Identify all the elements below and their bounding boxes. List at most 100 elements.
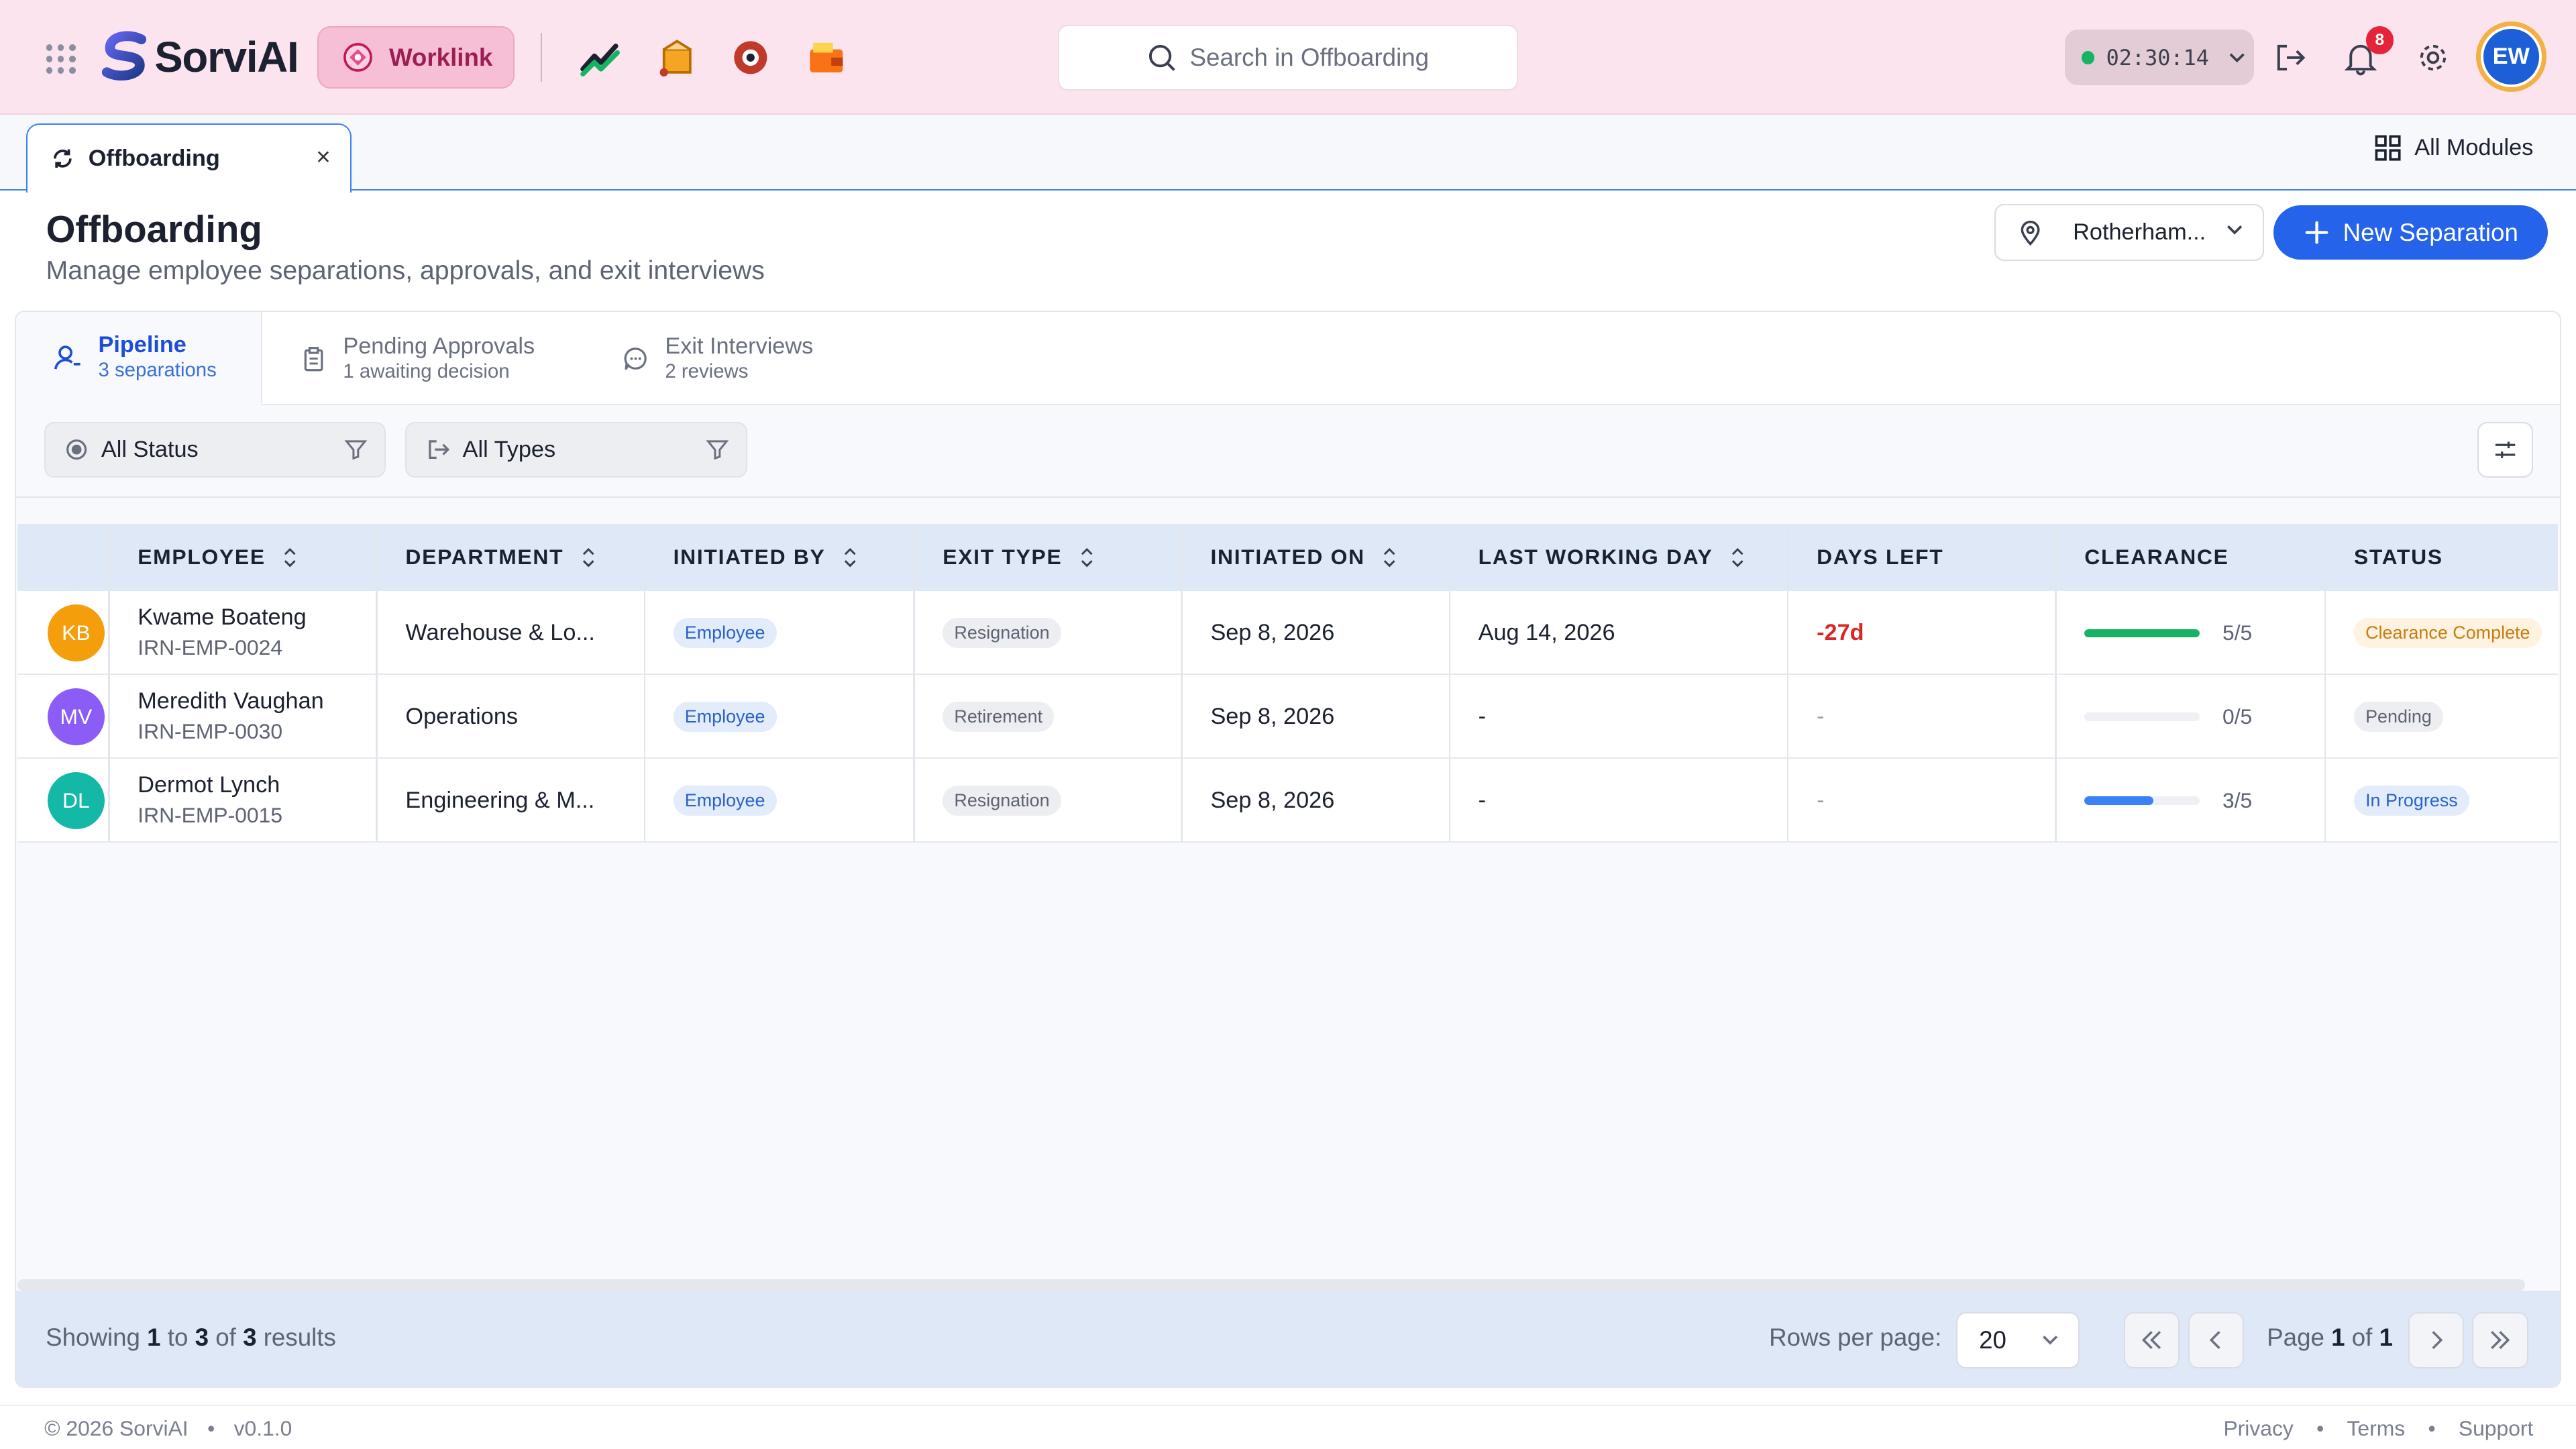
user-initials: EW <box>2480 26 2542 87</box>
analytics-app-icon[interactable] <box>580 36 623 79</box>
avatar: KB <box>47 604 105 662</box>
table-row[interactable]: MV Meredith Vaughan IRN-EMP-0030 Operati… <box>17 675 2558 759</box>
divider <box>540 32 543 83</box>
sort-icon <box>844 547 856 568</box>
close-tab-button[interactable]: × <box>316 143 330 171</box>
col-initiated-by-label: INITIATED BY <box>673 545 826 570</box>
department-cell: Engineering & M... <box>405 787 595 813</box>
terms-link[interactable]: Terms <box>2347 1416 2406 1441</box>
clearance-progress-bar <box>2084 629 2200 637</box>
col-employee[interactable]: EMPLOYEE <box>138 524 299 591</box>
tab-exit-label: Exit Interviews <box>665 333 814 359</box>
wallet-app-icon[interactable] <box>805 36 848 79</box>
col-employee-label: EMPLOYEE <box>138 545 266 570</box>
col-last-working-day[interactable]: LAST WORKING DAY <box>1479 524 1746 591</box>
radio-icon <box>66 439 87 460</box>
rows-per-page-select[interactable]: 20 <box>1956 1312 2080 1368</box>
employee-name[interactable]: Meredith Vaughan <box>138 688 324 714</box>
tab-offboarding[interactable]: Offboarding × <box>26 123 352 193</box>
chevrons-right-icon <box>2491 1331 2510 1350</box>
col-initiated-by[interactable]: INITIATED BY <box>674 524 859 591</box>
col-department[interactable]: DEPARTMENT <box>405 524 596 591</box>
previous-page-button[interactable] <box>2188 1312 2244 1368</box>
tab-pending-approvals[interactable]: Pending Approvals 1 awaiting decision <box>301 312 535 406</box>
sliders-icon <box>2495 441 2515 458</box>
summary-from: 1 <box>147 1324 161 1352</box>
col-clearance: CLEARANCE <box>2084 524 2229 591</box>
chevron-left-icon <box>2209 1331 2220 1350</box>
session-timer[interactable]: 02:30:14 <box>2065 30 2255 86</box>
worklink-button[interactable]: Worklink <box>317 26 515 89</box>
employee-id: IRN-EMP-0015 <box>138 803 283 828</box>
exit-type-cell: Resignation <box>943 591 1061 675</box>
initiated-on-cell: Sep 8, 2026 <box>1210 787 1335 813</box>
filter-icon <box>706 439 729 460</box>
last-working-day-cell: - <box>1478 704 1487 730</box>
inventory-app-icon[interactable] <box>654 36 697 79</box>
last-working-day-cell: Aug 14, 2026 <box>1478 620 1615 646</box>
table-row[interactable]: DL Dermot Lynch IRN-EMP-0015 Engineering… <box>17 758 2558 843</box>
column-divider <box>2324 523 2326 843</box>
clearance-cell: 5/5 <box>2084 591 2252 675</box>
type-filter-value: All Types <box>462 437 556 463</box>
tab-label: Offboarding <box>88 145 220 171</box>
next-page-button[interactable] <box>2408 1312 2465 1368</box>
pagination-bar: Showing 1 to 3 of 3 results Rows per pag… <box>16 1291 2560 1387</box>
footer-left: © 2026 SorviAI • v0.1.0 <box>44 1415 292 1440</box>
table-header: EMPLOYEE DEPARTMENT INITIATED BY EXIT TY… <box>17 523 2558 592</box>
tab-pending-sub: 1 awaiting decision <box>343 360 510 382</box>
summary-prefix: Showing <box>46 1324 140 1352</box>
version: v0.1.0 <box>233 1415 292 1440</box>
location-select[interactable]: Rotherham... <box>1994 203 2264 262</box>
days-left-cell: - <box>1817 704 1825 730</box>
exit-type-badge: Resignation <box>943 785 1061 816</box>
avatar-initials: KB <box>62 621 91 645</box>
app-launcher-icon[interactable] <box>46 44 76 74</box>
gear-icon[interactable] <box>2415 40 2451 76</box>
summary-to-word: to <box>167 1324 189 1352</box>
last-page-button[interactable] <box>2472 1312 2528 1368</box>
tab-pipeline[interactable]: Pipeline 3 separations <box>16 311 263 406</box>
type-filter[interactable]: All Types <box>405 421 747 478</box>
status-filter[interactable]: All Status <box>44 421 386 478</box>
col-exit-type[interactable]: EXIT TYPE <box>943 524 1095 591</box>
horizontal-scrollbar[interactable] <box>17 1279 2525 1291</box>
column-settings-button[interactable] <box>2477 421 2533 478</box>
total-pages: 1 <box>2379 1324 2393 1352</box>
logout-icon[interactable] <box>2272 40 2308 76</box>
chevron-down-icon <box>2226 225 2243 235</box>
privacy-link[interactable]: Privacy <box>2223 1416 2293 1441</box>
days-left-cell: - <box>1817 787 1825 813</box>
table-row[interactable]: KB Kwame Boateng IRN-EMP-0024 Warehouse … <box>17 591 2558 676</box>
search-icon <box>1148 44 1175 70</box>
employee-name[interactable]: Dermot Lynch <box>138 772 280 798</box>
department-cell: Operations <box>405 704 519 730</box>
col-initiated-on[interactable]: INITIATED ON <box>1210 524 1397 591</box>
main-panel: Pipeline 3 separations Pending Approvals… <box>15 310 2561 1389</box>
exit-icon <box>429 440 449 460</box>
exit-type-badge: Resignation <box>943 617 1061 649</box>
plus-icon <box>2305 221 2328 244</box>
search-input[interactable]: Search in Offboarding <box>1058 24 1518 91</box>
first-page-button[interactable] <box>2124 1312 2180 1368</box>
employee-name[interactable]: Kwame Boateng <box>138 604 306 631</box>
tab-exit-interviews[interactable]: Exit Interviews 2 reviews <box>623 312 814 406</box>
clearance-count: 3/5 <box>2222 788 2253 812</box>
tab-pipeline-label: Pipeline <box>98 331 186 358</box>
user-avatar[interactable]: EW <box>2475 21 2546 93</box>
col-status: STATUS <box>2354 524 2443 591</box>
initiated-by-badge: Employee <box>673 701 777 733</box>
settings-app-icon[interactable] <box>729 36 772 79</box>
initiated-by-badge: Employee <box>673 785 777 816</box>
chat-icon <box>624 347 647 370</box>
column-divider <box>1448 523 1450 843</box>
status-badge: Clearance Complete <box>2353 617 2542 649</box>
tab-pending-label: Pending Approvals <box>343 333 535 359</box>
sort-icon <box>1081 547 1093 568</box>
results-summary: Showing 1 to 3 of 3 results <box>46 1324 336 1352</box>
support-link[interactable]: Support <box>2459 1416 2533 1441</box>
summary-to: 3 <box>195 1324 209 1352</box>
all-modules-button[interactable]: All Modules <box>2375 135 2533 161</box>
new-separation-button[interactable]: New Separation <box>2273 205 2548 260</box>
col-clearance-label: CLEARANCE <box>2084 545 2229 570</box>
